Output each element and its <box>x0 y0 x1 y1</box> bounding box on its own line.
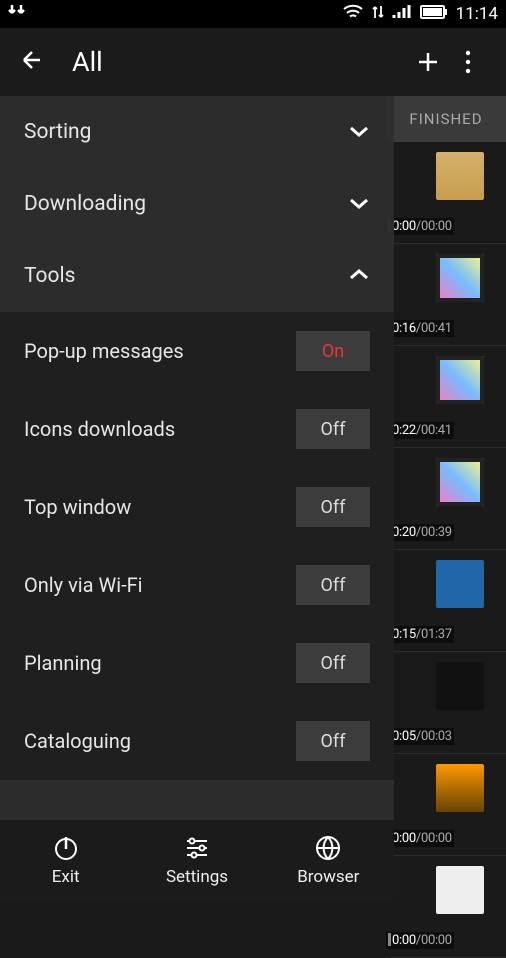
thumbnail-icon <box>436 254 484 302</box>
page-title: All <box>72 46 103 78</box>
list-item[interactable]: 0:05/00:03 <box>386 652 506 754</box>
list-item[interactable]: 0:20/00:39 <box>386 448 506 550</box>
time-badge: 0:20/00:39 <box>386 524 454 541</box>
time-badge: 0:00/00:00 <box>386 830 454 847</box>
toggle-button[interactable]: On <box>296 331 370 371</box>
action-bar: All <box>0 28 506 96</box>
background-list: FINISHED 0:00/00:00 0:16/00:41 0:22/00:4… <box>386 96 506 900</box>
overflow-menu-icon[interactable] <box>448 49 488 75</box>
toggle-button[interactable]: Off <box>296 487 370 527</box>
list-item[interactable]: 0:00/00:00 <box>386 856 506 958</box>
bottom-nav: Exit Settings Browser <box>0 820 394 900</box>
nav-label: Settings <box>166 867 228 887</box>
list-item[interactable]: 0:00/00:00 <box>386 142 506 244</box>
thumbnail-icon <box>436 866 484 914</box>
tool-item: Top window Off <box>0 468 394 546</box>
tab-finished[interactable]: FINISHED <box>386 96 506 142</box>
section-label: Tools <box>24 264 75 288</box>
nav-label: Exit <box>52 867 80 887</box>
list-item[interactable]: 0:22/00:41 <box>386 346 506 448</box>
signal-icon <box>392 4 412 25</box>
status-bar: 11:14 <box>0 0 506 28</box>
tool-label: Planning <box>24 651 102 675</box>
tool-label: Pop-up messages <box>24 339 184 363</box>
status-time: 11:14 <box>456 4 498 24</box>
drawer-section-tools[interactable]: Tools <box>0 240 394 312</box>
thumbnail-icon <box>436 152 484 200</box>
nav-exit[interactable]: Exit <box>0 820 131 900</box>
nav-label: Browser <box>297 867 359 887</box>
tool-item: Only via Wi-Fi Off <box>0 546 394 624</box>
back-icon[interactable] <box>18 46 46 78</box>
thumbnail-icon <box>436 560 484 608</box>
tool-label: Icons downloads <box>24 417 175 441</box>
tool-label: Only via Wi-Fi <box>24 573 143 597</box>
toggle-button[interactable]: Off <box>296 565 370 605</box>
battery-icon <box>420 4 448 25</box>
nav-browser[interactable]: Browser <box>263 820 394 900</box>
settings-drawer: Sorting Downloading Tools Pop-up message… <box>0 96 394 820</box>
add-icon[interactable] <box>408 48 448 76</box>
list-item[interactable]: 0:15/01:37 <box>386 550 506 652</box>
time-badge: 0:00/00:00 <box>386 932 454 949</box>
thumbnail-icon <box>436 458 484 506</box>
download-indicator-icon <box>8 3 28 26</box>
tool-item: Icons downloads Off <box>0 390 394 468</box>
thumbnail-icon <box>436 764 484 812</box>
section-label: Downloading <box>24 192 146 216</box>
tool-item: Cataloguing Off <box>0 702 394 780</box>
section-label: Sorting <box>24 120 91 144</box>
drawer-section-sorting[interactable]: Sorting <box>0 96 394 168</box>
thumbnail-icon <box>436 662 484 710</box>
time-badge: 0:22/00:41 <box>386 422 454 439</box>
toggle-button[interactable]: Off <box>296 721 370 761</box>
tool-label: Top window <box>24 495 131 519</box>
tool-item: Pop-up messages On <box>0 312 394 390</box>
thumbnail-icon <box>436 356 484 404</box>
chevron-up-icon <box>348 264 370 288</box>
list-item[interactable]: 0:00/00:00 <box>386 754 506 856</box>
time-badge: 0:05/00:03 <box>386 728 454 745</box>
wifi-icon <box>342 3 364 26</box>
toggle-button[interactable]: Off <box>296 409 370 449</box>
time-badge: 0:15/01:37 <box>386 626 454 643</box>
data-arrows-icon <box>372 4 384 25</box>
nav-settings[interactable]: Settings <box>131 820 262 900</box>
list-item[interactable]: 0:16/00:41 <box>386 244 506 346</box>
time-badge: 0:00/00:00 <box>386 218 454 235</box>
toggle-button[interactable]: Off <box>296 643 370 683</box>
chevron-down-icon <box>348 120 370 144</box>
chevron-down-icon <box>348 192 370 216</box>
time-badge: 0:16/00:41 <box>386 320 454 337</box>
tool-label: Cataloguing <box>24 729 131 753</box>
tool-item: Planning Off <box>0 624 394 702</box>
drawer-section-downloading[interactable]: Downloading <box>0 168 394 240</box>
